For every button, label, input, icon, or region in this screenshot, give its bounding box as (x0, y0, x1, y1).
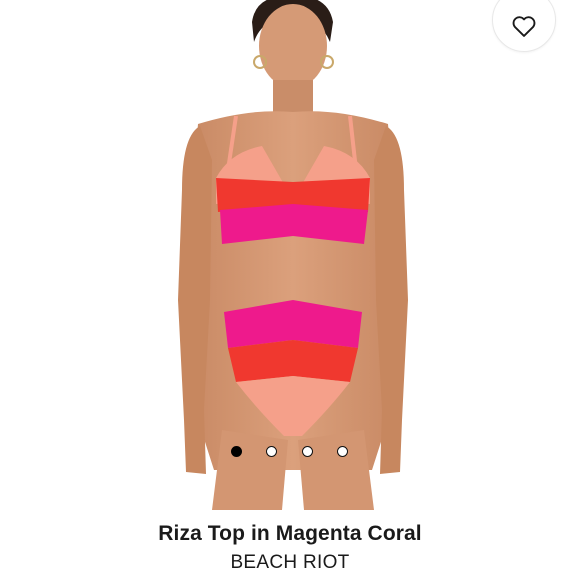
carousel-dot-4[interactable] (337, 446, 348, 457)
carousel-dots (229, 446, 355, 460)
product-title[interactable]: Riza Top in Magenta Coral (0, 522, 580, 546)
product-card[interactable]: Riza Top in Magenta Coral BEACH RIOT (0, 0, 580, 580)
heart-outline-icon (512, 16, 536, 37)
carousel-dot-2[interactable] (266, 446, 277, 457)
carousel-dot-1[interactable] (231, 446, 242, 457)
carousel-dot-3[interactable] (302, 446, 313, 457)
product-image[interactable] (0, 0, 580, 510)
brand-name[interactable]: BEACH RIOT (0, 552, 580, 574)
